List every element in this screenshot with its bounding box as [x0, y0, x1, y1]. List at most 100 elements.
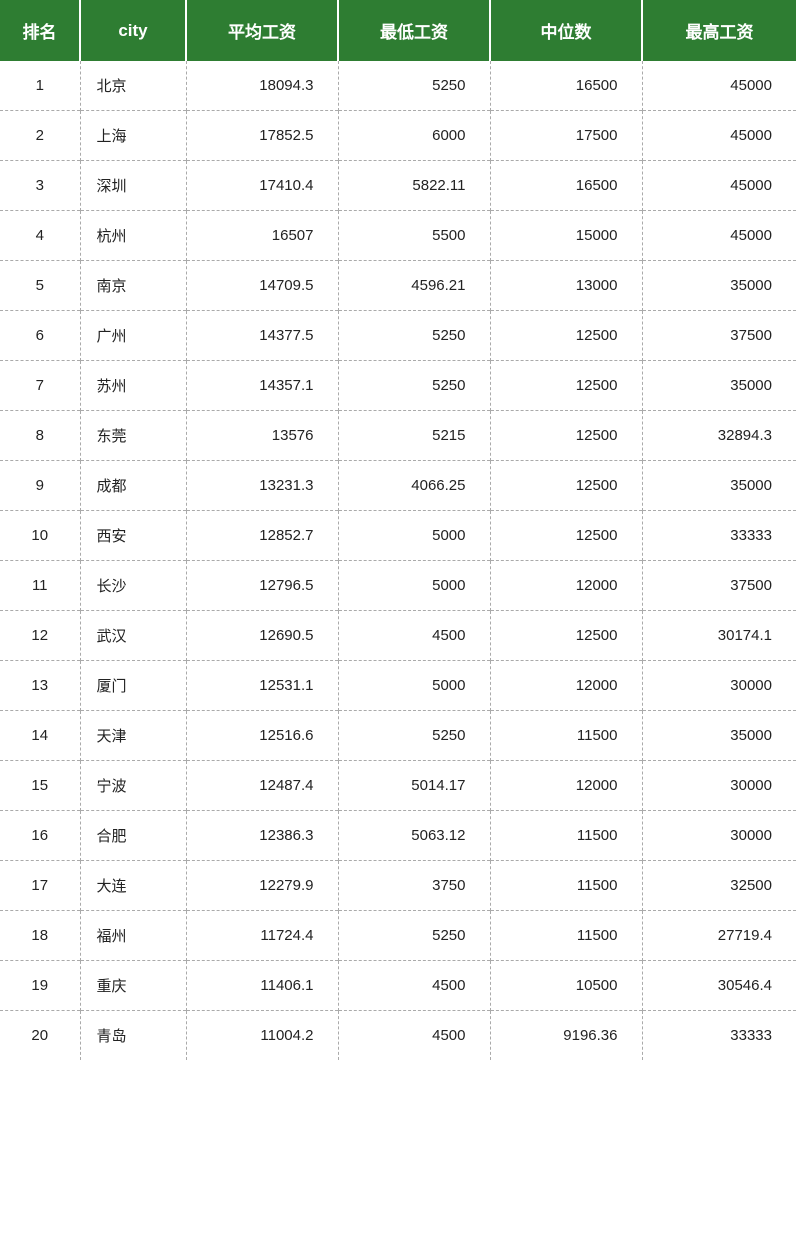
table-row: 6广州14377.552501250037500: [0, 311, 796, 361]
rank-cell: 10: [0, 511, 80, 561]
avg-salary-cell: 17852.5: [186, 111, 338, 161]
max-salary-cell: 45000: [642, 61, 796, 111]
median-cell: 12000: [490, 561, 642, 611]
city-cell: 合肥: [80, 811, 186, 861]
min-salary-cell: 5014.17: [338, 761, 490, 811]
city-cell: 厦门: [80, 661, 186, 711]
salary-table: 排名 city 平均工资 最低工资 中位数 最高工资 1北京18094.3525…: [0, 0, 796, 1060]
min-salary-cell: 4500: [338, 611, 490, 661]
max-salary-cell: 45000: [642, 111, 796, 161]
max-salary-cell: 33333: [642, 511, 796, 561]
avg-salary-cell: 17410.4: [186, 161, 338, 211]
min-salary-cell: 4066.25: [338, 461, 490, 511]
rank-cell: 11: [0, 561, 80, 611]
avg-salary-cell: 13231.3: [186, 461, 338, 511]
city-cell: 东莞: [80, 411, 186, 461]
max-salary-cell: 30174.1: [642, 611, 796, 661]
median-cell: 11500: [490, 861, 642, 911]
avg-salary-cell: 13576: [186, 411, 338, 461]
city-cell: 杭州: [80, 211, 186, 261]
max-salary-cell: 27719.4: [642, 911, 796, 961]
min-salary-cell: 5250: [338, 311, 490, 361]
min-salary-cell: 5215: [338, 411, 490, 461]
city-cell: 南京: [80, 261, 186, 311]
median-cell: 17500: [490, 111, 642, 161]
rank-cell: 15: [0, 761, 80, 811]
avg-salary-cell: 14357.1: [186, 361, 338, 411]
median-cell: 12000: [490, 661, 642, 711]
min-salary-cell: 5822.11: [338, 161, 490, 211]
table-row: 18福州11724.452501150027719.4: [0, 911, 796, 961]
city-cell: 深圳: [80, 161, 186, 211]
rank-cell: 16: [0, 811, 80, 861]
table-row: 13厦门12531.150001200030000: [0, 661, 796, 711]
rank-cell: 14: [0, 711, 80, 761]
median-cell: 15000: [490, 211, 642, 261]
table-row: 11长沙12796.550001200037500: [0, 561, 796, 611]
avg-salary-cell: 12690.5: [186, 611, 338, 661]
city-cell: 武汉: [80, 611, 186, 661]
min-salary-cell: 5000: [338, 561, 490, 611]
min-salary-cell: 5063.12: [338, 811, 490, 861]
min-salary-cell: 5250: [338, 61, 490, 111]
avg-salary-cell: 12487.4: [186, 761, 338, 811]
median-cell: 12500: [490, 461, 642, 511]
avg-salary-cell: 12531.1: [186, 661, 338, 711]
max-salary-cell: 35000: [642, 711, 796, 761]
median-cell: 12500: [490, 361, 642, 411]
header-city: city: [80, 0, 186, 61]
avg-salary-cell: 14377.5: [186, 311, 338, 361]
rank-cell: 2: [0, 111, 80, 161]
table-row: 9成都13231.34066.251250035000: [0, 461, 796, 511]
table-row: 15宁波12487.45014.171200030000: [0, 761, 796, 811]
table-row: 12武汉12690.545001250030174.1: [0, 611, 796, 661]
max-salary-cell: 35000: [642, 261, 796, 311]
min-salary-cell: 4500: [338, 961, 490, 1011]
avg-salary-cell: 11724.4: [186, 911, 338, 961]
rank-cell: 20: [0, 1011, 80, 1061]
table-row: 2上海17852.560001750045000: [0, 111, 796, 161]
rank-cell: 3: [0, 161, 80, 211]
max-salary-cell: 35000: [642, 461, 796, 511]
avg-salary-cell: 14709.5: [186, 261, 338, 311]
min-salary-cell: 5250: [338, 911, 490, 961]
rank-cell: 13: [0, 661, 80, 711]
city-cell: 广州: [80, 311, 186, 361]
min-salary-cell: 6000: [338, 111, 490, 161]
city-cell: 福州: [80, 911, 186, 961]
table-header-row: 排名 city 平均工资 最低工资 中位数 最高工资: [0, 0, 796, 61]
avg-salary-cell: 12386.3: [186, 811, 338, 861]
median-cell: 10500: [490, 961, 642, 1011]
table-row: 17大连12279.937501150032500: [0, 861, 796, 911]
city-cell: 苏州: [80, 361, 186, 411]
max-salary-cell: 32500: [642, 861, 796, 911]
max-salary-cell: 30000: [642, 761, 796, 811]
avg-salary-cell: 12852.7: [186, 511, 338, 561]
rank-cell: 17: [0, 861, 80, 911]
header-median: 中位数: [490, 0, 642, 61]
median-cell: 16500: [490, 61, 642, 111]
table-row: 19重庆11406.145001050030546.4: [0, 961, 796, 1011]
min-salary-cell: 5250: [338, 711, 490, 761]
city-cell: 上海: [80, 111, 186, 161]
city-cell: 宁波: [80, 761, 186, 811]
header-rank: 排名: [0, 0, 80, 61]
avg-salary-cell: 12796.5: [186, 561, 338, 611]
min-salary-cell: 5500: [338, 211, 490, 261]
median-cell: 12000: [490, 761, 642, 811]
city-cell: 西安: [80, 511, 186, 561]
max-salary-cell: 33333: [642, 1011, 796, 1061]
max-salary-cell: 45000: [642, 161, 796, 211]
table-row: 16合肥12386.35063.121150030000: [0, 811, 796, 861]
min-salary-cell: 3750: [338, 861, 490, 911]
rank-cell: 6: [0, 311, 80, 361]
table-row: 8东莞1357652151250032894.3: [0, 411, 796, 461]
max-salary-cell: 37500: [642, 561, 796, 611]
rank-cell: 18: [0, 911, 80, 961]
median-cell: 16500: [490, 161, 642, 211]
max-salary-cell: 45000: [642, 211, 796, 261]
max-salary-cell: 30546.4: [642, 961, 796, 1011]
city-cell: 青岛: [80, 1011, 186, 1061]
median-cell: 11500: [490, 711, 642, 761]
max-salary-cell: 35000: [642, 361, 796, 411]
